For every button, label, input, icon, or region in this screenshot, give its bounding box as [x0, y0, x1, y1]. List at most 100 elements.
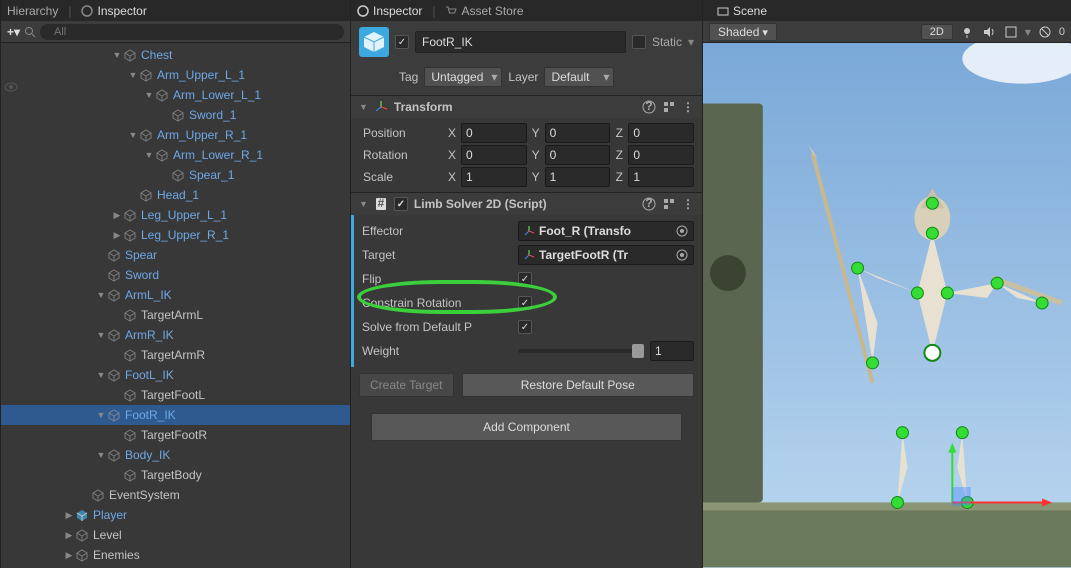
pos-y[interactable]	[545, 123, 611, 143]
expand-arrow[interactable]: ▼	[95, 290, 107, 300]
object-picker-icon[interactable]	[675, 248, 689, 262]
weight-value[interactable]	[650, 341, 694, 361]
expand-arrow[interactable]: ▼	[111, 50, 123, 60]
assetstore-tab[interactable]: Asset Store	[445, 4, 523, 18]
create-target-button[interactable]: Create Target	[359, 373, 454, 397]
expand-arrow[interactable]: ▶	[63, 530, 75, 541]
hierarchy-item-targetbody[interactable]: TargetBody	[1, 465, 350, 485]
create-button[interactable]: +▾	[7, 25, 20, 39]
pos-x[interactable]	[461, 123, 527, 143]
object-header: Static ▾	[351, 21, 702, 63]
hierarchy-tab[interactable]: Hierarchy	[7, 4, 58, 18]
hierarchy-item-body-ik[interactable]: ▼Body_IK	[1, 445, 350, 465]
rot-x[interactable]	[461, 145, 527, 165]
expand-arrow[interactable]: ▼	[127, 130, 139, 140]
scene-tab[interactable]: Scene	[717, 4, 767, 18]
rot-z[interactable]	[628, 145, 694, 165]
2d-toggle[interactable]: 2D	[921, 24, 953, 40]
hierarchy-item-armr-ik[interactable]: ▼ArmR_IK	[1, 325, 350, 345]
hierarchy-item-targetfootl[interactable]: TargetFootL	[1, 385, 350, 405]
enabled-checkbox[interactable]	[395, 35, 409, 49]
kebab-icon[interactable]: ⋮	[682, 100, 694, 114]
foldout-arrow[interactable]: ▼	[359, 102, 368, 112]
expand-arrow[interactable]: ▼	[127, 70, 139, 80]
object-picker-icon[interactable]	[675, 224, 689, 238]
target-field[interactable]: TargetFootR (Tr	[518, 245, 694, 265]
gizmos-icon[interactable]	[1037, 24, 1053, 40]
hierarchy-item-leg-upper-l-1[interactable]: ▶Leg_Upper_L_1	[1, 205, 350, 225]
fx-icon[interactable]	[1003, 24, 1019, 40]
hierarchy-tree[interactable]: ▼Chest▼Arm_Upper_L_1▼Arm_Lower_L_1Sword_…	[1, 43, 350, 568]
audio-icon[interactable]	[981, 24, 997, 40]
preset-icon[interactable]	[662, 197, 676, 211]
hierarchy-item-footr-ik[interactable]: ▼FootR_IK	[1, 405, 350, 425]
kebab-icon[interactable]: ⋮	[682, 197, 694, 211]
scene-viewport[interactable]	[703, 43, 1071, 568]
expand-arrow[interactable]: ▼	[95, 330, 107, 340]
help-icon[interactable]: ?	[642, 197, 656, 211]
expand-arrow[interactable]: ▼	[95, 450, 107, 460]
hierarchy-item-sword-1[interactable]: Sword_1	[1, 105, 350, 125]
hierarchy-item-player[interactable]: ▶Player	[1, 505, 350, 525]
hierarchy-item-arm-lower-r-1[interactable]: ▼Arm_Lower_R_1	[1, 145, 350, 165]
hierarchy-item-chest[interactable]: ▼Chest	[1, 45, 350, 65]
expand-arrow[interactable]: ▼	[143, 150, 155, 160]
item-label: Enemies	[93, 548, 140, 562]
eye-icon[interactable]	[4, 82, 18, 92]
expand-arrow[interactable]: ▶	[111, 210, 123, 221]
hierarchy-item-arm-upper-r-1[interactable]: ▼Arm_Upper_R_1	[1, 125, 350, 145]
transform-header[interactable]: ▼ Transform ? ⋮	[351, 96, 702, 118]
constrain-checkbox[interactable]	[518, 296, 532, 310]
static-checkbox[interactable]	[632, 35, 646, 49]
item-label: EventSystem	[109, 488, 180, 502]
preset-icon[interactable]	[662, 100, 676, 114]
rot-y[interactable]	[545, 145, 611, 165]
expand-arrow[interactable]: ▼	[95, 410, 107, 420]
layer-dropdown[interactable]: Default	[544, 67, 614, 87]
gameobject-icon	[123, 228, 137, 242]
expand-arrow[interactable]: ▶	[63, 550, 75, 561]
pos-z[interactable]	[628, 123, 694, 143]
limb-enabled-checkbox[interactable]	[394, 197, 408, 211]
foldout-arrow[interactable]: ▼	[359, 199, 368, 209]
object-name-input[interactable]	[415, 31, 626, 53]
expand-arrow[interactable]: ▼	[143, 90, 155, 100]
inspector-tab-b[interactable]: Inspector	[357, 4, 422, 18]
hierarchy-item-targetarmr[interactable]: TargetArmR	[1, 345, 350, 365]
expand-arrow[interactable]: ▶	[111, 230, 123, 241]
static-dropdown-arrow[interactable]: ▾	[688, 35, 694, 49]
flip-checkbox[interactable]	[518, 272, 532, 286]
hierarchy-item-spear-1[interactable]: Spear_1	[1, 165, 350, 185]
solve-checkbox[interactable]	[518, 320, 532, 334]
expand-arrow[interactable]: ▼	[95, 370, 107, 380]
weight-slider[interactable]	[518, 349, 644, 353]
hierarchy-item-arml-ik[interactable]: ▼ArmL_IK	[1, 285, 350, 305]
hierarchy-item-sword[interactable]: Sword	[1, 265, 350, 285]
hierarchy-item-targetarml[interactable]: TargetArmL	[1, 305, 350, 325]
shading-dropdown[interactable]: Shaded ▾	[709, 23, 777, 41]
hierarchy-item-enemies[interactable]: ▶ Enemies	[1, 545, 350, 565]
hierarchy-item-level[interactable]: ▶Level	[1, 525, 350, 545]
help-icon[interactable]: ?	[642, 100, 656, 114]
expand-arrow[interactable]: ▶	[63, 510, 75, 521]
hierarchy-item-arm-lower-l-1[interactable]: ▼Arm_Lower_L_1	[1, 85, 350, 105]
hierarchy-item-head-1[interactable]: Head_1	[1, 185, 350, 205]
light-icon[interactable]	[959, 24, 975, 40]
add-component-button[interactable]: Add Component	[371, 413, 682, 441]
hierarchy-item-leg-upper-r-1[interactable]: ▶Leg_Upper_R_1	[1, 225, 350, 245]
scale-z[interactable]	[628, 167, 694, 187]
effector-field[interactable]: Foot_R (Transfo	[518, 221, 694, 241]
scale-x[interactable]	[461, 167, 527, 187]
hierarchy-item-eventsystem[interactable]: EventSystem	[1, 485, 350, 505]
scale-y[interactable]	[545, 167, 611, 187]
limb-header[interactable]: ▼ # Limb Solver 2D (Script) ? ⋮	[351, 193, 702, 215]
hierarchy-item-arm-upper-l-1[interactable]: ▼Arm_Upper_L_1	[1, 65, 350, 85]
hierarchy-item-spear[interactable]: Spear	[1, 245, 350, 265]
restore-pose-button[interactable]: Restore Default Pose	[462, 373, 695, 397]
hierarchy-item-targetfootr[interactable]: TargetFootR	[1, 425, 350, 445]
hierarchy-search[interactable]	[40, 24, 344, 40]
tag-dropdown[interactable]: Untagged	[424, 67, 502, 87]
gameobject-icon[interactable]	[359, 27, 389, 57]
hierarchy-item-footl-ik[interactable]: ▼FootL_IK	[1, 365, 350, 385]
inspector-tab-a[interactable]: Inspector	[81, 4, 146, 18]
